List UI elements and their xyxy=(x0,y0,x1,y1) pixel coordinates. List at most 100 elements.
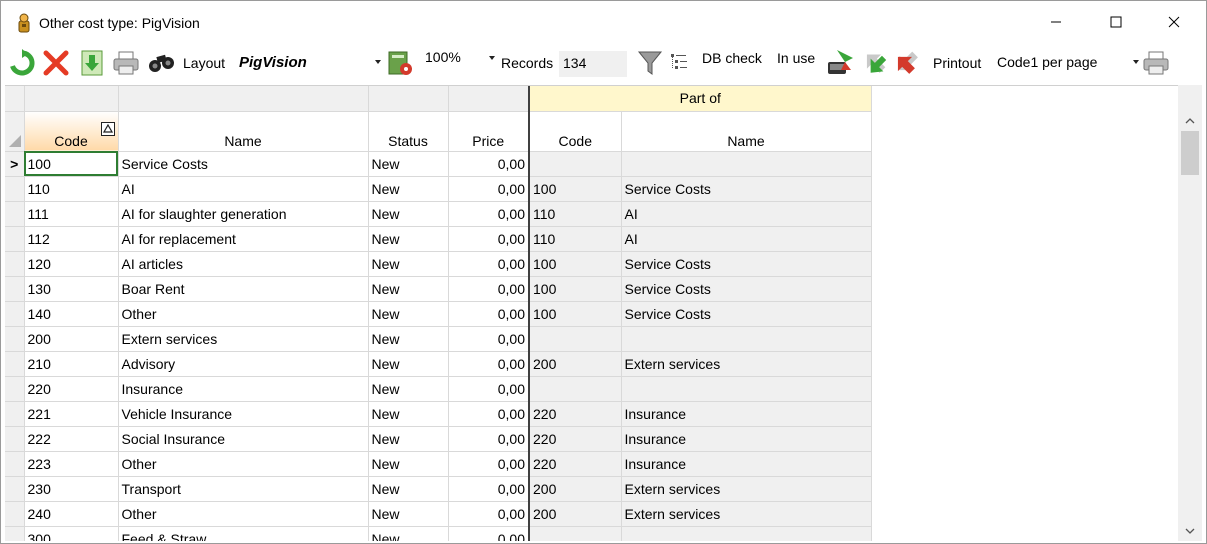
cell-price[interactable]: 0,00 xyxy=(448,451,530,477)
export-button[interactable] xyxy=(77,48,107,78)
row-header[interactable] xyxy=(5,451,25,477)
cell-code[interactable]: 220 xyxy=(24,376,119,402)
cell-parent-name[interactable]: AI xyxy=(621,226,872,252)
row-header[interactable] xyxy=(5,476,25,502)
row-header[interactable] xyxy=(5,276,25,302)
cell-parent-code[interactable]: 100 xyxy=(529,301,622,327)
db-check-label[interactable]: DB check xyxy=(702,50,762,66)
column-header-parent-code[interactable]: Code xyxy=(529,111,622,152)
cell-status[interactable]: New xyxy=(368,201,449,227)
cell-status[interactable]: New xyxy=(368,226,449,252)
in-use-button[interactable] xyxy=(825,48,855,78)
cell-status[interactable]: New xyxy=(368,351,449,377)
table-row[interactable]: 120 AI articles New 0,00 100 Service Costs xyxy=(5,251,872,277)
table-row[interactable]: 223 Other New 0,00 220 Insurance xyxy=(5,451,872,477)
row-header[interactable]: > xyxy=(5,151,25,177)
db-check-button[interactable] xyxy=(667,48,691,78)
table-row[interactable]: 110 AI New 0,00 100 Service Costs xyxy=(5,176,872,202)
cell-status[interactable]: New xyxy=(368,526,449,541)
column-header-parent-name[interactable]: Name xyxy=(621,111,872,152)
cell-parent-name[interactable]: Extern services xyxy=(621,351,872,377)
cell-price[interactable]: 0,00 xyxy=(448,376,530,402)
cell-name[interactable]: Other xyxy=(118,501,369,527)
cell-price[interactable]: 0,00 xyxy=(448,226,530,252)
cell-status[interactable]: New xyxy=(368,401,449,427)
row-header[interactable] xyxy=(5,501,25,527)
cell-name[interactable]: Transport xyxy=(118,476,369,502)
row-header[interactable] xyxy=(5,201,25,227)
cell-price[interactable]: 0,00 xyxy=(448,476,530,502)
cell-parent-code[interactable]: 110 xyxy=(529,226,622,252)
cell-name[interactable]: Vehicle Insurance xyxy=(118,401,369,427)
scroll-down-button[interactable] xyxy=(1178,521,1202,541)
row-header[interactable] xyxy=(5,251,25,277)
cell-parent-code[interactable]: 200 xyxy=(529,476,622,502)
minimize-button[interactable] xyxy=(1027,1,1085,43)
column-header-status[interactable]: Status xyxy=(368,111,449,152)
row-header[interactable] xyxy=(5,426,25,452)
cell-name[interactable]: Feed & Straw xyxy=(118,526,369,541)
find-button[interactable] xyxy=(147,48,177,78)
cell-code[interactable]: 112 xyxy=(24,226,119,252)
cell-parent-code[interactable] xyxy=(529,526,622,541)
cell-status[interactable]: New xyxy=(368,326,449,352)
cell-code[interactable]: 221 xyxy=(24,401,119,427)
cell-parent-name[interactable]: Service Costs xyxy=(621,276,872,302)
cell-code[interactable]: 110 xyxy=(24,176,119,202)
header-corner[interactable] xyxy=(5,111,25,152)
cell-code[interactable]: 210 xyxy=(24,351,119,377)
table-row[interactable]: 222 Social Insurance New 0,00 220 Insurance xyxy=(5,426,872,452)
cell-parent-code[interactable] xyxy=(529,151,622,177)
cell-name[interactable]: Service Costs xyxy=(118,151,369,177)
cell-price[interactable]: 0,00 xyxy=(448,501,530,527)
table-row[interactable]: 140 Other New 0,00 100 Service Costs xyxy=(5,301,872,327)
cell-price[interactable]: 0,00 xyxy=(448,426,530,452)
filter-button[interactable] xyxy=(635,48,665,78)
cell-parent-code[interactable]: 100 xyxy=(529,251,622,277)
row-header[interactable] xyxy=(5,376,25,402)
cell-name[interactable]: Boar Rent xyxy=(118,276,369,302)
scroll-thumb[interactable] xyxy=(1181,131,1199,175)
cell-code[interactable]: 300 xyxy=(24,526,119,541)
delete-button[interactable] xyxy=(41,48,71,78)
table-row[interactable]: 210 Advisory New 0,00 200 Extern services xyxy=(5,351,872,377)
cell-status[interactable]: New xyxy=(368,276,449,302)
cell-parent-code[interactable]: 200 xyxy=(529,501,622,527)
cell-price[interactable]: 0,00 xyxy=(448,526,530,541)
cell-status[interactable]: New xyxy=(368,301,449,327)
cell-parent-name[interactable] xyxy=(621,526,872,541)
cell-price[interactable]: 0,00 xyxy=(448,301,530,327)
cell-status[interactable]: New xyxy=(368,426,449,452)
table-row[interactable]: 200 Extern services New 0,00 xyxy=(5,326,872,352)
cell-code[interactable]: 111 xyxy=(24,201,119,227)
cell-parent-name[interactable] xyxy=(621,151,872,177)
table-row[interactable]: 112 AI for replacement New 0,00 110 AI xyxy=(5,226,872,252)
table-row[interactable]: 130 Boar Rent New 0,00 100 Service Costs xyxy=(5,276,872,302)
cell-code[interactable]: 222 xyxy=(24,426,119,452)
cell-price[interactable]: 0,00 xyxy=(448,351,530,377)
cell-name[interactable]: AI xyxy=(118,176,369,202)
cell-code[interactable]: 130 xyxy=(24,276,119,302)
cell-status[interactable]: New xyxy=(368,151,449,177)
table-row[interactable]: 230 Transport New 0,00 200 Extern services xyxy=(5,476,872,502)
layout-settings-button[interactable] xyxy=(385,48,415,78)
cell-status[interactable]: New xyxy=(368,451,449,477)
cell-name[interactable]: Other xyxy=(118,301,369,327)
cell-price[interactable]: 0,00 xyxy=(448,251,530,277)
column-header-code[interactable]: Code xyxy=(24,111,119,152)
cell-price[interactable]: 0,00 xyxy=(448,401,530,427)
cell-parent-code[interactable]: 220 xyxy=(529,451,622,477)
data-grid[interactable]: Part of Code Name Status Price Code Name… xyxy=(5,85,1178,541)
cell-code[interactable]: 223 xyxy=(24,451,119,477)
column-header-name[interactable]: Name xyxy=(118,111,369,152)
row-header[interactable] xyxy=(5,326,25,352)
cell-status[interactable]: New xyxy=(368,251,449,277)
cell-price[interactable]: 0,00 xyxy=(448,276,530,302)
row-header[interactable] xyxy=(5,226,25,252)
cell-parent-name[interactable]: Service Costs xyxy=(621,251,872,277)
maximize-button[interactable] xyxy=(1087,1,1145,43)
prev-button[interactable] xyxy=(893,48,923,78)
cell-status[interactable]: New xyxy=(368,501,449,527)
printout-select[interactable]: Code1 per page xyxy=(993,50,1141,76)
cell-parent-name[interactable] xyxy=(621,376,872,402)
